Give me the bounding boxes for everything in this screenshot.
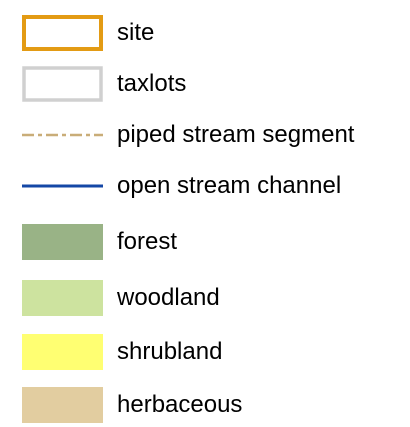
legend-item-piped-stream-segment: piped stream segment: [0, 115, 410, 155]
legend-item-woodland: woodland: [0, 280, 410, 320]
legend-item-taxlots: taxlots: [0, 64, 410, 104]
legend-label-piped-stream-segment: piped stream segment: [117, 121, 355, 148]
site-outline-rect: [22, 15, 103, 51]
legend-label-shrubland: shrubland: [117, 338, 223, 365]
legend-label-site: site: [117, 19, 155, 46]
taxlots-outline-rect: [22, 66, 103, 102]
legend-label-open-stream-channel: open stream channel: [117, 172, 342, 199]
legend-item-forest: forest: [0, 224, 410, 264]
legend-label-woodland: woodland: [117, 284, 220, 311]
taxlots-outline-swatch: [22, 66, 103, 102]
legend-item-site: site: [0, 13, 410, 53]
legend-label-forest: forest: [117, 228, 178, 255]
legend-item-open-stream-channel: open stream channel: [0, 166, 410, 206]
woodland-fill-swatch: [22, 280, 103, 316]
legend-label-herbaceous: herbaceous: [117, 391, 243, 418]
legend-label-taxlots: taxlots: [117, 70, 187, 97]
piped-stream-line-swatch: [22, 117, 103, 153]
herbaceous-fill-swatch: [22, 387, 103, 423]
legend-item-herbaceous: herbaceous: [0, 387, 410, 427]
open-stream-line-swatch: [22, 168, 103, 204]
site-outline-swatch: [22, 15, 103, 51]
shrubland-fill-swatch: [22, 334, 103, 370]
map-legend: site taxlots piped stream segment open s…: [0, 0, 410, 427]
forest-fill-swatch: [22, 224, 103, 260]
legend-item-shrubland: shrubland: [0, 334, 410, 374]
